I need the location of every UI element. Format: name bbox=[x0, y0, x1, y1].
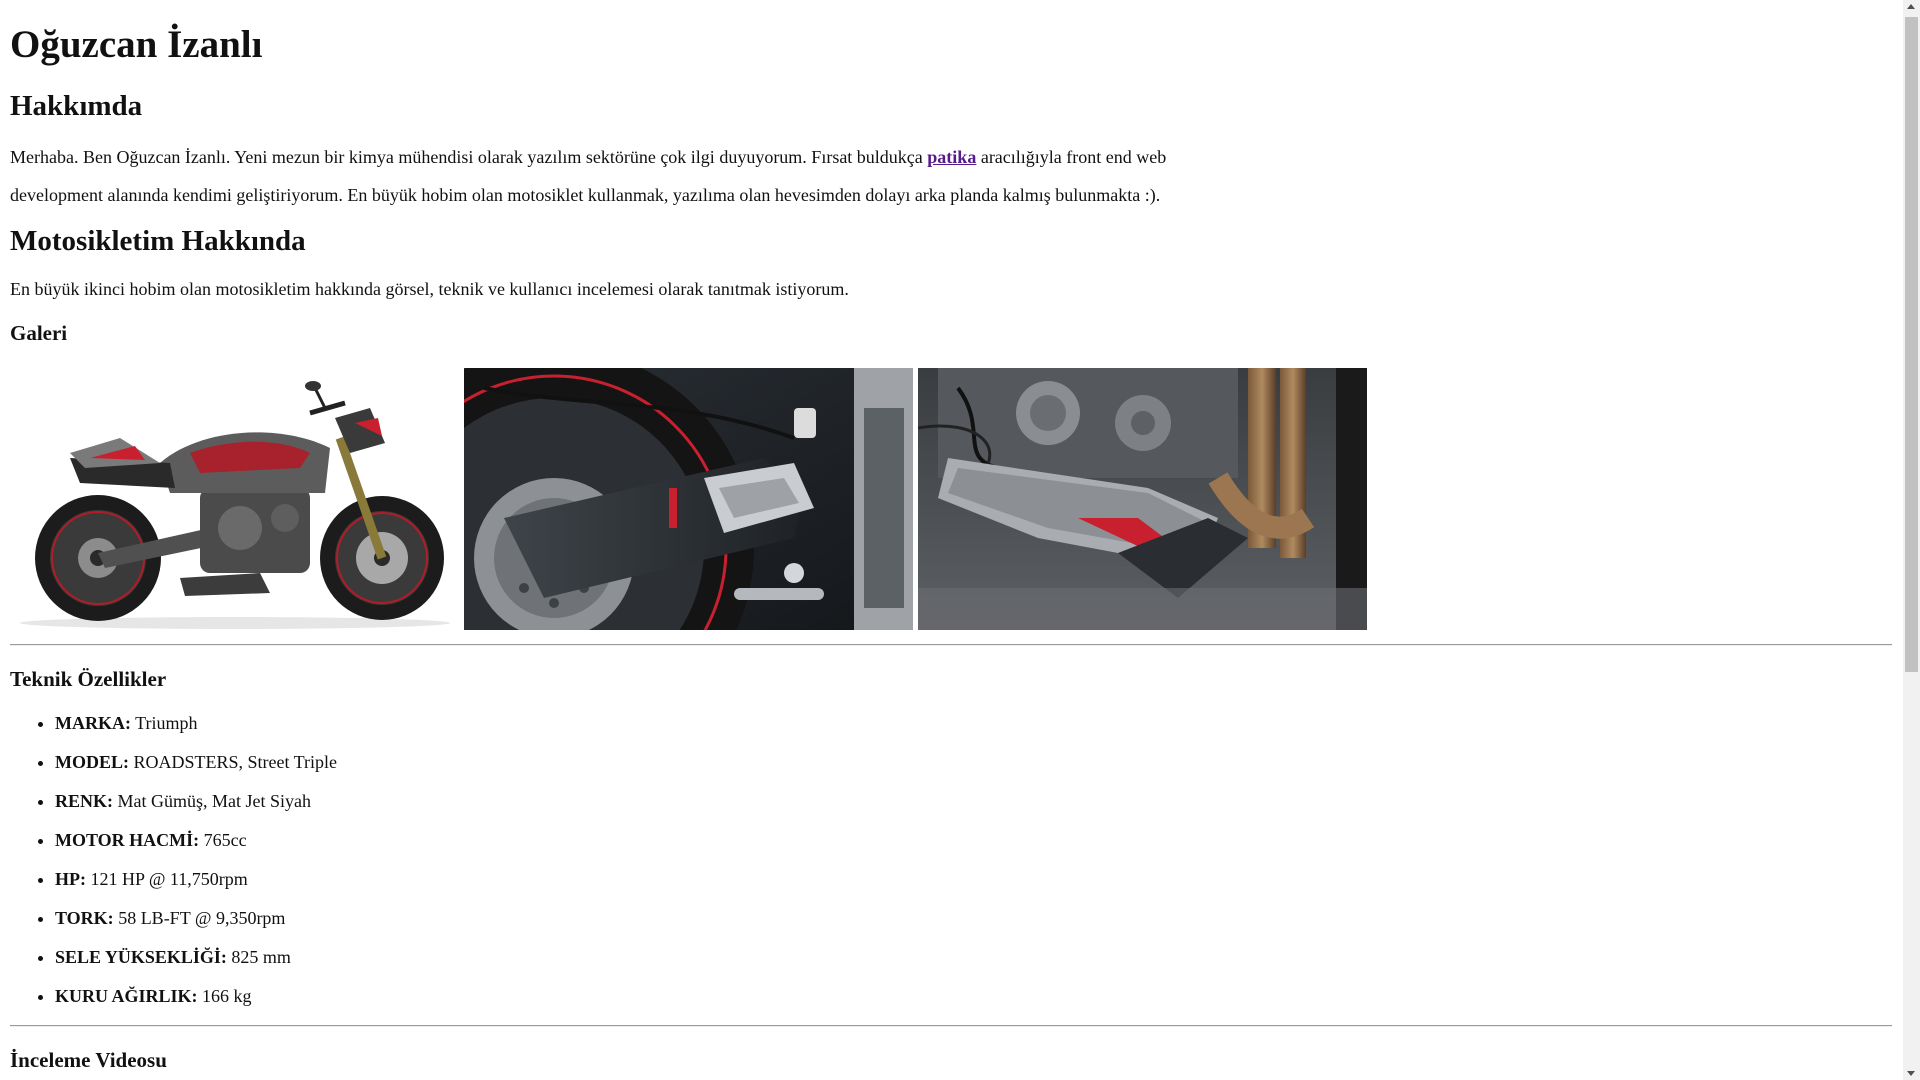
spec-value: 58 LB-FT @ 9,350rpm bbox=[113, 908, 286, 928]
spec-value: ROADSTERS, Street Triple bbox=[129, 752, 338, 772]
spec-value: 765cc bbox=[199, 830, 247, 850]
spec-label: RENK: bbox=[55, 791, 113, 811]
spec-value: 825 mm bbox=[226, 947, 291, 967]
spec-item-torque: TORK: 58 LB-FT @ 9,350rpm bbox=[55, 899, 337, 938]
spec-item-dry-weight: KURU AĞIRLIK: 166 kg bbox=[55, 977, 337, 1016]
spec-label: MARKA: bbox=[55, 713, 131, 733]
engine-belly-pan-closeup-photo bbox=[918, 368, 1367, 630]
spec-item-brand: MARKA: Triumph bbox=[55, 704, 337, 743]
motorcycle-heading: Motosikletim Hakkında bbox=[10, 225, 306, 257]
vertical-scrollbar[interactable] bbox=[1903, 0, 1920, 1080]
specs-heading: Teknik Özellikler bbox=[10, 667, 167, 691]
spec-label: TORK: bbox=[55, 908, 114, 928]
spec-item-engine-volume: MOTOR HACMİ: 765cc bbox=[55, 821, 337, 860]
spec-label: MOTOR HACMİ: bbox=[55, 830, 200, 850]
scroll-up-arrow-icon[interactable] bbox=[1907, 4, 1915, 9]
spec-item-seat-height: SELE YÜKSEKLİĞİ: 825 mm bbox=[55, 938, 337, 977]
about-paragraph: Merhaba. Ben Oğuzcan İzanlı. Yeni mezun … bbox=[10, 138, 1210, 214]
about-heading: Hakkımda bbox=[10, 90, 143, 122]
spec-value: Triumph bbox=[130, 713, 198, 733]
spec-item-color: RENK: Mat Gümüş, Mat Jet Siyah bbox=[55, 782, 337, 821]
divider-1 bbox=[10, 644, 1892, 646]
spec-item-hp: HP: 121 HP @ 11,750rpm bbox=[55, 860, 337, 899]
spec-label: KURU AĞIRLIK: bbox=[55, 986, 198, 1006]
divider-2 bbox=[10, 1025, 1892, 1027]
gallery-heading: Galeri bbox=[10, 321, 68, 345]
motorcycle-side-view-photo bbox=[10, 368, 459, 630]
video-heading: İnceleme Videosu bbox=[10, 1048, 167, 1072]
spec-item-model: MODEL: ROADSTERS, Street Triple bbox=[55, 743, 337, 782]
spec-value: 121 HP @ 11,750rpm bbox=[86, 869, 248, 889]
spec-label: SELE YÜKSEKLİĞİ: bbox=[55, 947, 227, 967]
motorcycle-paragraph: En büyük ikinci hobim olan motosikletim … bbox=[10, 279, 849, 299]
scroll-down-arrow-icon[interactable] bbox=[1907, 1071, 1915, 1076]
spec-value: 166 kg bbox=[197, 986, 252, 1006]
spec-label: MODEL: bbox=[55, 752, 129, 772]
spec-label: HP: bbox=[55, 869, 86, 889]
patika-link[interactable]: patika bbox=[927, 147, 976, 167]
spec-value: Mat Gümüş, Mat Jet Siyah bbox=[113, 791, 312, 811]
about-text-start: Merhaba. Ben Oğuzcan İzanlı. Yeni mezun … bbox=[10, 147, 928, 167]
scrollbar-thumb[interactable] bbox=[1905, 17, 1918, 672]
page-title: Oğuzcan İzanlı bbox=[10, 23, 263, 66]
rear-swingarm-closeup-photo bbox=[464, 368, 913, 630]
gallery bbox=[10, 368, 1367, 630]
specs-list: MARKA: Triumph MODEL: ROADSTERS, Street … bbox=[10, 704, 337, 1016]
